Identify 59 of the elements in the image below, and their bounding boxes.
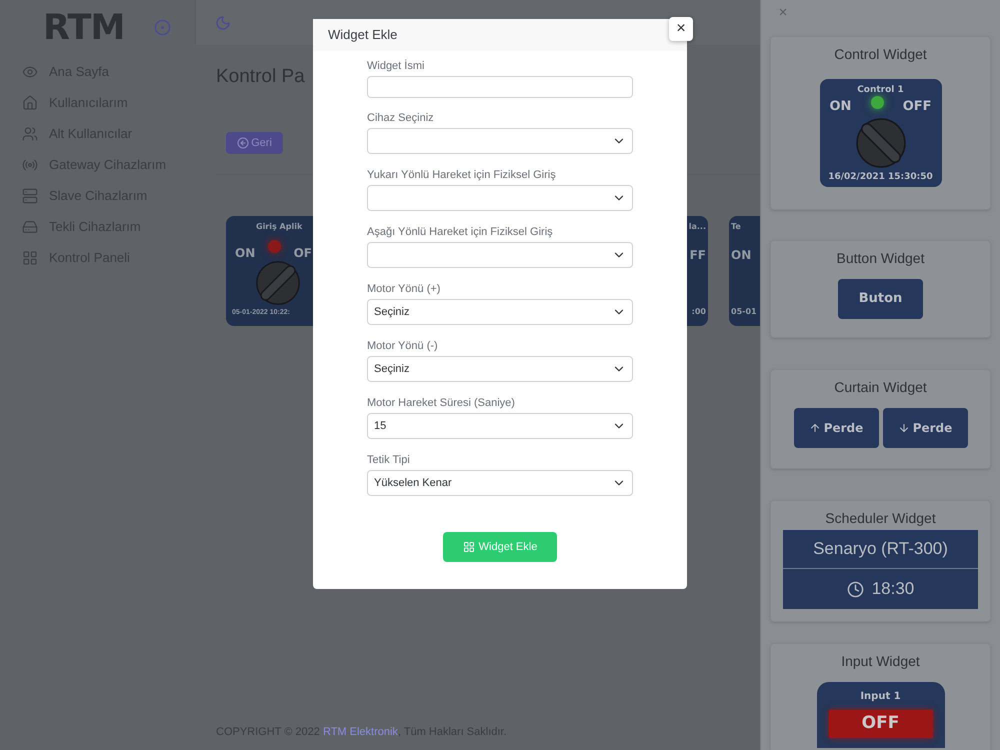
widget-name: Te [731,222,741,232]
scenario-name: Senaryo (RT-300) [783,530,978,569]
target-icon[interactable] [154,19,172,36]
switch-label: ON [731,248,752,262]
widget-title: Curtain Widget [833,378,928,396]
modal-title: Widget Ekle [328,26,398,44]
select-field[interactable]: 15 [367,413,633,439]
select-field[interactable]: Seçiniz [367,356,633,382]
on-label: ON [830,98,852,116]
field-label: Aşağı Yönlü Hareket için Fiziksel Giriş [367,225,554,239]
timestamp: 05-01 [731,307,757,317]
server-icon [22,188,38,204]
curtain-button[interactable]: Perde [794,408,878,448]
company-link[interactable]: RTM Elektronik [322,726,398,738]
close-button[interactable]: × [669,17,693,41]
off-label: OF [294,245,312,262]
field-label: Motor Yönü (+) [367,282,442,296]
widget-name: Giriş Aplik [255,222,304,232]
switch-label: FF [690,248,706,262]
select-field[interactable] [367,242,633,268]
text-input[interactable] [367,76,633,98]
input-name: Input 1 [860,691,901,703]
field-label: Tetik Tipi [367,453,411,467]
widget-title: Control Widget [833,45,928,63]
up-arrow-icon [808,422,821,434]
input-state: OFF [828,710,932,738]
back-button[interactable]: Geri [226,132,283,154]
radio-waves-icon [22,156,38,172]
on-label: ON [235,245,256,262]
widget-name: Control 1 [857,84,904,96]
close-button[interactable]: × [775,3,791,23]
select-field[interactable] [367,185,633,211]
down-arrow-icon [898,422,910,434]
timestamp: :00 [692,307,706,317]
drive-icon [22,218,38,234]
off-label: OFF [902,98,932,116]
widget-title: Button Widget [836,249,926,267]
widget-title: Input Widget [840,652,921,670]
select-field[interactable]: Seçiniz [367,299,633,325]
widget-name: la... [688,222,706,232]
demo-button[interactable]: Buton [838,279,923,319]
timestamp: 16/02/2021 15:30:50 [828,170,933,182]
grid-icon [462,541,475,553]
curtain-button[interactable]: Perde [882,408,968,448]
grid-icon [22,250,38,266]
clock-icon [846,580,864,598]
users-icon [22,126,38,142]
field-label: Motor Hareket Süresi (Saniye) [367,396,516,410]
field-label: Widget İsmi [367,59,426,73]
schedule-time: 18:30 [872,578,914,600]
moon-icon[interactable] [215,14,231,30]
field-label: Yukarı Yönlü Hareket için Fiziksel Giriş [367,168,557,182]
widget-title: Scheduler Widget [824,509,937,527]
add-widget-button[interactable]: Widget Ekle [443,532,557,562]
select-field[interactable] [367,128,633,154]
select-field[interactable]: Yükselen Kenar [367,470,633,496]
field-label: Cihaz Seçiniz [367,111,435,125]
field-label: Motor Yönü (-) [367,339,439,353]
house-icon [22,94,38,110]
